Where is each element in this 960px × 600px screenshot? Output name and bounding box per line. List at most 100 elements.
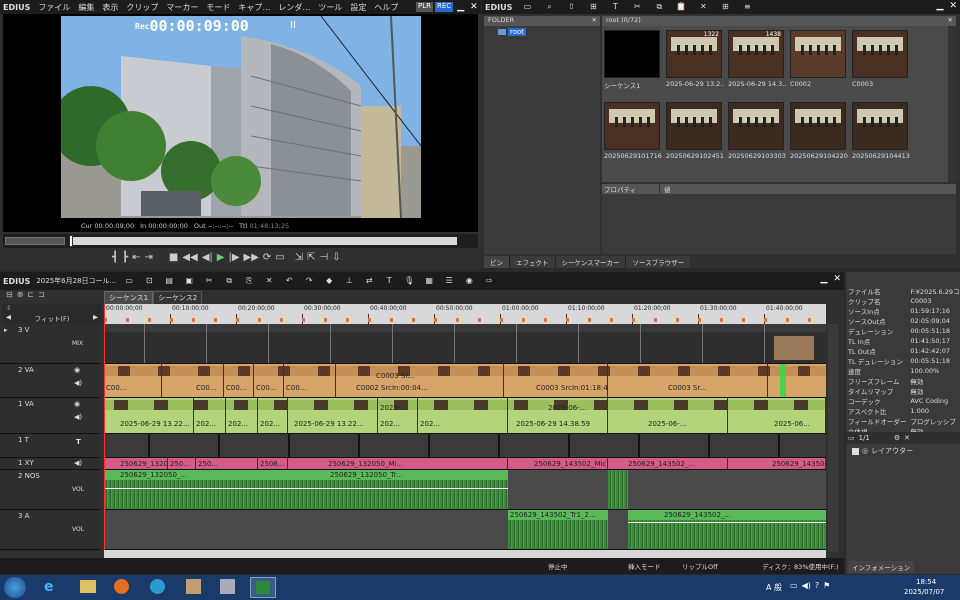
paint-icon[interactable] bbox=[186, 579, 201, 594]
clip-pane-close-icon[interactable]: ✕ bbox=[948, 16, 953, 26]
output-icon[interactable]: ▭ bbox=[275, 252, 284, 263]
explorer-icon[interactable] bbox=[80, 580, 96, 593]
track-header-1xy[interactable]: 1 XY ◀) bbox=[0, 458, 100, 470]
va1-clip-2[interactable]: 202... bbox=[194, 398, 226, 433]
clip-thumbnail[interactable] bbox=[666, 102, 722, 150]
position-bar[interactable] bbox=[69, 237, 457, 245]
open-icon[interactable]: ⊡ bbox=[142, 275, 156, 287]
ie-icon[interactable]: e bbox=[44, 579, 54, 595]
tray-volume-icon[interactable]: ◀) bbox=[802, 581, 811, 590]
track-header-3a[interactable]: 3 A VOL bbox=[0, 510, 100, 550]
edge-icon[interactable] bbox=[150, 579, 165, 594]
mixer-icon[interactable]: ☰ bbox=[442, 275, 456, 287]
play-icon[interactable]: ▶ bbox=[217, 252, 225, 263]
menu-file[interactable]: ファイル bbox=[38, 2, 70, 13]
set-in-icon[interactable]: ┫ bbox=[112, 252, 118, 263]
timeline-hscroll[interactable] bbox=[104, 550, 826, 558]
transition-icon[interactable]: ⇄ bbox=[362, 275, 376, 287]
va1-clip-1[interactable]: 2025-06-29 13.22... bbox=[104, 398, 194, 433]
set-out-icon[interactable]: ┣ bbox=[122, 252, 128, 263]
va2-clip-5[interactable]: C00... bbox=[284, 364, 336, 397]
track-header-1va[interactable]: 1 VA ◉ ◀) bbox=[0, 398, 100, 434]
layer-settings-icon[interactable]: ⚙ bbox=[894, 434, 900, 442]
xy-clip-4[interactable]: 2506... bbox=[258, 458, 288, 469]
player-screen[interactable]: Rec00:00:09:00 II Cur 00:00:09;00 In 00:… bbox=[3, 14, 478, 232]
clip-thumbnail[interactable] bbox=[790, 102, 846, 150]
rec-button[interactable]: REC bbox=[435, 2, 454, 12]
track-3v-clip-end[interactable] bbox=[774, 336, 814, 360]
timeline-playhead[interactable] bbox=[104, 304, 105, 550]
va1-clip-5[interactable]: 2025-06-29 13.22... bbox=[288, 398, 378, 433]
track-1xy-audio-icon[interactable]: ◀) bbox=[74, 459, 82, 467]
tab-source-browser[interactable]: ソースブラウザー bbox=[626, 256, 691, 268]
timeline-minimize-icon[interactable]: ▁ bbox=[821, 274, 828, 284]
extract-icon[interactable]: ⊣ bbox=[320, 252, 329, 263]
tab-sequence-2[interactable]: シーケンス2 bbox=[153, 291, 203, 305]
redo-icon[interactable]: ↷ bbox=[302, 275, 316, 287]
timeline-close-icon[interactable]: ✕ bbox=[833, 274, 841, 284]
track-header-3v[interactable]: 3 V MIX ▸ bbox=[0, 324, 100, 364]
edius-taskbar-icon[interactable] bbox=[250, 577, 276, 598]
zoom-control[interactable]: ⇕ ◀ フィット(F) ▶ bbox=[2, 304, 102, 324]
record-icon[interactable]: ◉ bbox=[462, 275, 476, 287]
next-edit-icon[interactable]: ⇥ bbox=[144, 252, 152, 263]
timeline-cut-icon[interactable]: ✂ bbox=[202, 275, 216, 287]
track-2va-audio-icon[interactable]: ◀) bbox=[74, 379, 82, 387]
xy-clip-2[interactable]: 250... bbox=[168, 458, 196, 469]
clip-thumbnail[interactable] bbox=[852, 102, 908, 150]
media-player-icon[interactable] bbox=[114, 579, 129, 594]
track-1xy-content[interactable]: 250629_132050_... 250... 250... 2506... … bbox=[104, 458, 826, 470]
title-insert-icon[interactable]: T bbox=[382, 275, 396, 287]
marker-icon[interactable]: ◆ bbox=[322, 275, 336, 287]
layer-eye-icon[interactable]: ◎ bbox=[862, 447, 868, 455]
title-icon[interactable]: T bbox=[608, 1, 622, 13]
add-clip-icon[interactable]: ⊞ bbox=[586, 1, 600, 13]
clip-thumbnail[interactable] bbox=[728, 102, 784, 150]
va2-clip-6[interactable]: C0003 Sr... C0002 SrcIn:00:04... bbox=[336, 364, 504, 397]
va2-clip-3[interactable]: C00... bbox=[224, 364, 254, 397]
stop-icon[interactable]: ■ bbox=[169, 252, 178, 263]
clip-thumbnail[interactable] bbox=[852, 30, 908, 78]
menu-mode[interactable]: モード bbox=[206, 2, 230, 13]
timeline-ruler[interactable]: 00:00:00;00 00:10:00;00 00:20:00;00 00:30:0… bbox=[104, 304, 826, 324]
tab-information[interactable]: インフォメーション bbox=[848, 561, 915, 573]
track-1va-audio-icon[interactable]: ◀) bbox=[74, 413, 82, 421]
track-3v-content[interactable] bbox=[104, 324, 826, 364]
va2-selected-clip[interactable] bbox=[780, 364, 786, 397]
app-icon[interactable] bbox=[220, 579, 235, 594]
xy-clip-3[interactable]: 250... bbox=[196, 458, 258, 469]
xy-clip-5[interactable]: 250629_132050_Mi... bbox=[288, 458, 508, 469]
root-folder-item[interactable]: root bbox=[498, 28, 600, 36]
track-header-2nos[interactable]: 2 NOS VOL bbox=[0, 470, 100, 510]
track-1t-content[interactable] bbox=[104, 434, 826, 458]
layer-close-icon[interactable]: ✕ bbox=[904, 434, 910, 442]
delete-icon[interactable]: ✕ bbox=[696, 1, 710, 13]
clip-thumbnail[interactable]: 1322 bbox=[666, 30, 722, 78]
track-2va-video-icon[interactable]: ◉ bbox=[74, 366, 80, 374]
tab-sequence-1[interactable]: シーケンス1 bbox=[104, 291, 154, 305]
va2-clip-4[interactable]: C00... bbox=[254, 364, 284, 397]
zoom-right-icon[interactable]: ▶ bbox=[93, 313, 98, 323]
expand-icon[interactable]: ⇕ bbox=[6, 304, 11, 313]
paste-icon[interactable]: 📋 bbox=[674, 1, 688, 13]
folder-icon[interactable]: ▭ bbox=[520, 1, 534, 13]
prev-edit-icon[interactable]: ⇤ bbox=[132, 252, 140, 263]
va2-clip-2[interactable]: C00... bbox=[194, 364, 224, 397]
timeline-delete-icon[interactable]: ✕ bbox=[262, 275, 276, 287]
tray-network-icon[interactable]: ▭ bbox=[790, 581, 798, 590]
minimize-icon[interactable]: ▁ bbox=[455, 2, 466, 12]
va1-clip-4[interactable]: 202... bbox=[258, 398, 288, 433]
track-3v-expand-icon[interactable]: ▸ bbox=[4, 326, 8, 334]
track-3a-content[interactable]: 250629_143502_Tr1_2... 250629_143502_... bbox=[104, 510, 826, 550]
xy-clip-7[interactable]: 250629_143502_... bbox=[608, 458, 728, 469]
timeline-paste-icon[interactable]: ⎘ bbox=[242, 275, 256, 287]
export-file-icon[interactable]: ⇨ bbox=[482, 275, 496, 287]
plr-button[interactable]: PLR bbox=[416, 2, 433, 12]
bin-close-icon[interactable]: ✕ bbox=[949, 1, 957, 11]
snap-icon[interactable]: ⊗ bbox=[17, 290, 24, 302]
layer-item[interactable]: ◎ レイアウター bbox=[852, 446, 913, 456]
tab-effect[interactable]: エフェクト bbox=[510, 256, 556, 268]
up-folder-icon[interactable]: ⇧ bbox=[564, 1, 578, 13]
menu-render[interactable]: レンダ… bbox=[278, 2, 310, 13]
va1-clip-8[interactable]: 2025-06-... 2025-06-29 14.38.59 bbox=[508, 398, 608, 433]
